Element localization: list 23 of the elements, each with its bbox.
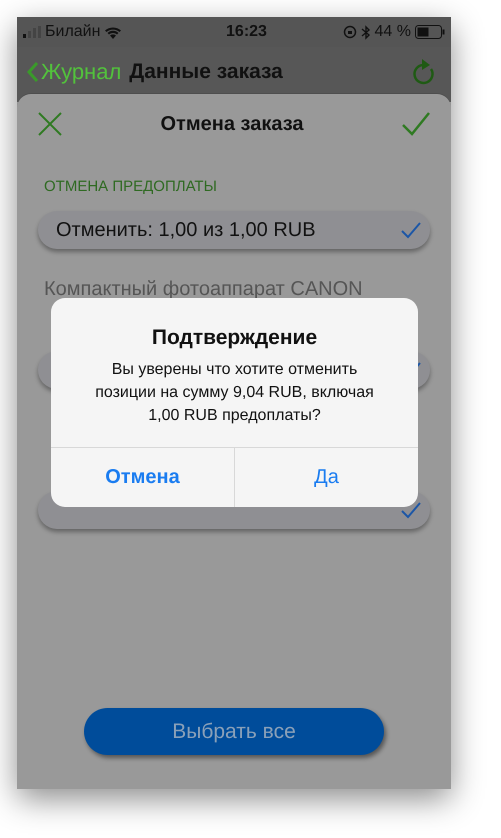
bluetooth-icon <box>360 24 371 40</box>
battery-percent: 44 % <box>374 22 411 42</box>
row-text: Отменить: 1,00 из 1,00 RUB <box>56 218 316 242</box>
sheet-title: Отмена заказа <box>160 112 304 137</box>
amount-row[interactable]: Отменить: 1,00 из 1,00 RUB <box>38 210 430 248</box>
confirm-check-icon[interactable] <box>400 111 431 137</box>
dialog-button[interactable]: Отмена <box>51 448 234 506</box>
dialog-button[interactable]: Да <box>234 448 418 506</box>
close-icon[interactable] <box>37 111 63 137</box>
signal-icon <box>23 26 41 38</box>
product-title: Компактный фотоаппарат CANON <box>44 278 363 300</box>
battery-icon <box>415 25 445 39</box>
dialog-title: Подтверждение <box>152 325 318 351</box>
carrier-name: Билайн <box>45 22 100 42</box>
rotation-lock-icon <box>342 25 357 39</box>
select-all-button[interactable]: Выбрать все <box>84 708 384 755</box>
nav-title: Данные заказа <box>129 58 283 85</box>
back-button[interactable]: Журнал <box>27 55 122 88</box>
section-label: ОТМЕНА ПРЕДОПЛАТЫ <box>44 177 218 197</box>
dialog-message: Вы уверены что хотите отменить позиции на сумму 9,04 RUB, включая 1,00 RUB предоплаты? <box>95 360 374 426</box>
wifi-icon <box>104 26 122 38</box>
back-chevron-icon <box>27 60 39 82</box>
clock-time: 16:23 <box>225 22 267 42</box>
